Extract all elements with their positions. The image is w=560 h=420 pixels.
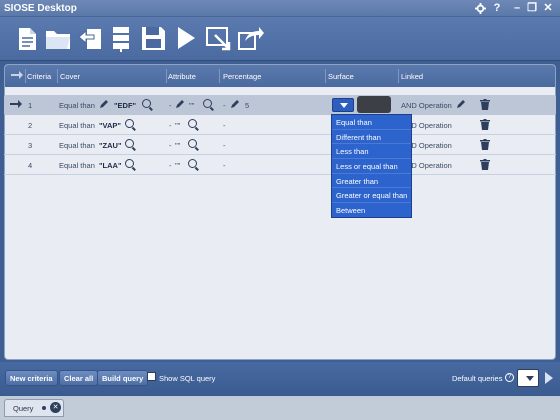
header-criteria[interactable]: Criteria <box>27 72 51 81</box>
edit-pencil-icon[interactable] <box>230 99 240 109</box>
cover-operator[interactable]: Equal than <box>59 141 95 150</box>
grid-header: Criteria Cover Attribute Percentage Surf… <box>5 65 555 87</box>
percentage-operator[interactable]: - <box>223 141 226 150</box>
attribute-value[interactable]: "" <box>175 161 180 170</box>
header-attribute[interactable]: Attribute <box>168 72 196 81</box>
attribute-value[interactable]: "" <box>175 141 180 150</box>
show-sql-checkbox[interactable] <box>147 372 156 381</box>
edit-pencil-icon[interactable] <box>99 99 109 109</box>
table-row[interactable]: 2 Equal than "VAP" - "" - AND Operation <box>4 115 556 135</box>
row-number: 4 <box>28 161 33 170</box>
new-criteria-button[interactable]: New criteria <box>5 370 58 386</box>
search-icon[interactable] <box>125 119 134 128</box>
search-icon[interactable] <box>142 99 151 108</box>
new-document-icon[interactable] <box>12 23 42 53</box>
attribute-operator[interactable]: - <box>169 101 172 110</box>
percentage-operator[interactable]: - <box>223 101 226 110</box>
header-percentage[interactable]: Percentage <box>223 72 261 81</box>
delete-trash-icon[interactable] <box>480 159 490 170</box>
search-icon[interactable] <box>125 159 134 168</box>
surface-value-field[interactable] <box>357 96 391 113</box>
delete-trash-icon[interactable] <box>480 99 490 110</box>
help-button[interactable]: ? <box>490 1 504 15</box>
run-default-query-icon[interactable] <box>545 372 553 384</box>
cover-value[interactable]: "LAA" <box>99 161 122 170</box>
attribute-value[interactable]: "" <box>189 101 194 110</box>
menu-item-greater-or-equal-than[interactable]: Greater or equal than <box>332 188 411 204</box>
search-icon[interactable] <box>188 139 197 148</box>
linked-operation[interactable]: AND Operation <box>401 101 452 110</box>
menu-item-less-than[interactable]: Less than <box>332 144 411 160</box>
tab-label: Query <box>13 404 34 413</box>
delete-trash-icon[interactable] <box>480 139 490 150</box>
row-number: 3 <box>28 141 33 150</box>
default-queries-label: Default queries <box>452 374 503 383</box>
percentage-operator[interactable]: - <box>223 161 226 170</box>
default-queries-select[interactable] <box>517 369 539 387</box>
row-current-arrow-icon <box>10 100 22 110</box>
export-map-icon[interactable] <box>203 23 233 53</box>
search-icon[interactable] <box>125 139 134 148</box>
cover-operator[interactable]: Equal than <box>59 121 95 130</box>
percentage-value[interactable]: 5 <box>245 101 249 110</box>
minimize-button[interactable]: – <box>510 1 524 15</box>
menu-item-less-or-equal-than[interactable]: Less or equal than <box>332 159 411 174</box>
import-icon[interactable] <box>75 23 105 53</box>
edit-pencil-icon[interactable] <box>175 99 185 109</box>
menu-item-greater-than[interactable]: Greater than <box>332 174 411 189</box>
surface-operator-menu: Equal than Different than Less than Less… <box>331 114 412 218</box>
cover-value[interactable]: "VAP" <box>99 121 121 130</box>
percentage-operator[interactable]: - <box>223 121 226 130</box>
attribute-value[interactable]: "" <box>175 121 180 130</box>
settings-gear-icon[interactable] <box>473 1 487 15</box>
app-title: SIOSE Desktop <box>4 3 77 14</box>
attribute-operator[interactable]: - <box>169 121 172 130</box>
cover-operator[interactable]: Equal than <box>59 161 95 170</box>
row-number: 2 <box>28 121 33 130</box>
table-row[interactable]: 1 Equal than "EDF" - "" - 5 AND Operatio… <box>4 95 556 115</box>
attribute-operator[interactable]: - <box>169 141 172 150</box>
tab-strip: Query ✕ <box>0 396 560 420</box>
title-bar: SIOSE Desktop ? – ❐ ✕ <box>0 0 560 17</box>
table-row[interactable]: 4 Equal than "LAA" - "" - AND Operation <box>4 155 556 175</box>
row-number: 1 <box>28 101 33 110</box>
database-icon[interactable] <box>106 23 136 53</box>
restore-button[interactable]: ❐ <box>525 1 539 15</box>
header-surface[interactable]: Surface <box>328 72 354 81</box>
footer-bar: New criteria Clear all Build query Show … <box>0 362 560 396</box>
toolbar <box>0 17 560 61</box>
build-query-button[interactable]: Build query <box>97 370 149 386</box>
search-icon[interactable] <box>188 159 197 168</box>
open-folder-icon[interactable] <box>43 23 73 53</box>
table-row[interactable]: 3 Equal than "ZAU" - "" - AND Operation <box>4 135 556 155</box>
menu-item-different-than[interactable]: Different than <box>332 130 411 145</box>
surface-dropdown-toggle[interactable] <box>332 98 354 112</box>
menu-item-between[interactable]: Between <box>332 203 411 218</box>
search-icon[interactable] <box>188 119 197 128</box>
cover-operator[interactable]: Equal than <box>59 101 95 110</box>
delete-trash-icon[interactable] <box>480 119 490 130</box>
edit-pencil-icon[interactable] <box>456 99 466 109</box>
close-tab-icon[interactable]: ✕ <box>50 402 61 413</box>
close-button[interactable]: ✕ <box>541 1 555 15</box>
save-icon[interactable] <box>138 23 168 53</box>
menu-item-equal-than[interactable]: Equal than <box>332 115 411 130</box>
row-divider <box>4 174 556 175</box>
attribute-operator[interactable]: - <box>169 161 172 170</box>
tab-query[interactable]: Query ✕ <box>4 399 64 417</box>
header-linked[interactable]: Linked <box>401 72 423 81</box>
clear-all-button[interactable]: Clear all <box>59 370 99 386</box>
share-icon[interactable] <box>235 23 265 53</box>
show-sql-label: Show SQL query <box>159 374 216 383</box>
cover-value[interactable]: "ZAU" <box>99 141 122 150</box>
cover-value[interactable]: "EDF" <box>114 101 136 110</box>
search-icon[interactable] <box>203 99 212 108</box>
help-icon[interactable]: ? <box>505 373 514 382</box>
modified-dot-icon <box>42 406 46 410</box>
run-icon[interactable] <box>171 23 201 53</box>
header-run-arrow-icon <box>11 71 23 81</box>
header-cover[interactable]: Cover <box>60 72 80 81</box>
